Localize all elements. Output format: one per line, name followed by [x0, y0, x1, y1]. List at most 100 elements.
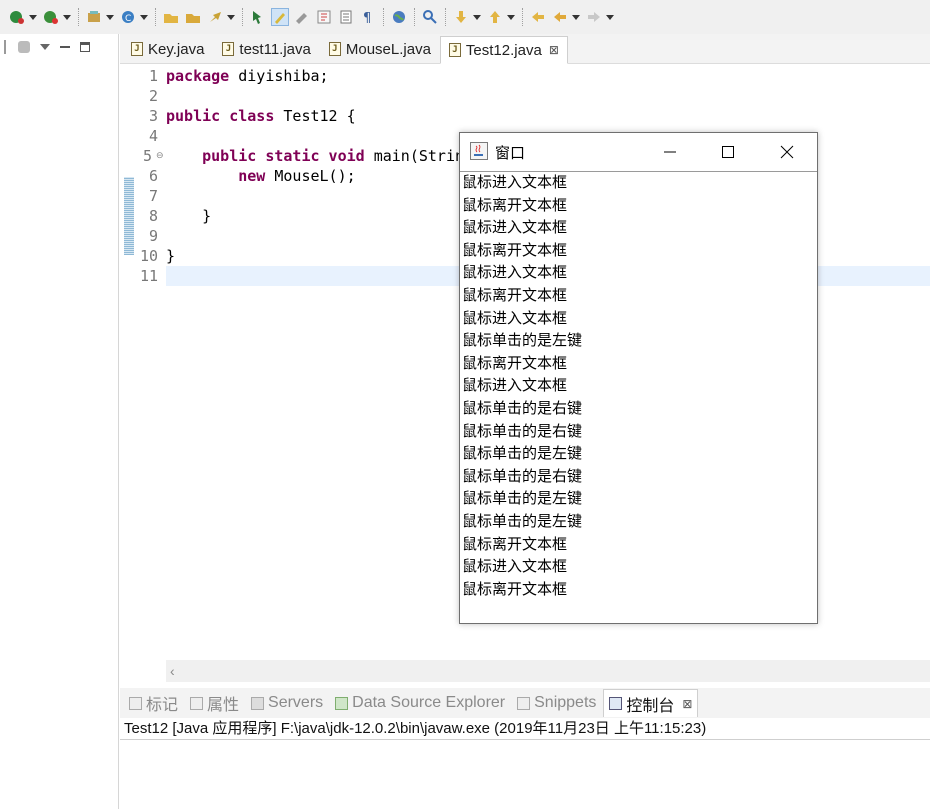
- new-package-icon[interactable]: [85, 8, 103, 26]
- tab-key-java[interactable]: J Key.java: [122, 35, 213, 63]
- new-class-icon[interactable]: C: [119, 8, 137, 26]
- event-log-line: 鼠标单击的是右键: [462, 399, 583, 417]
- event-log-line: 鼠标离开文本框: [462, 286, 568, 304]
- tab-console[interactable]: 控制台 ⊠: [603, 689, 699, 717]
- minimize-icon[interactable]: [60, 45, 70, 49]
- window-titlebar[interactable]: 窗口: [460, 133, 817, 170]
- toggle-mark-icon[interactable]: [249, 8, 267, 26]
- open-folder-icon[interactable]: [184, 8, 202, 26]
- back-icon[interactable]: [551, 8, 569, 26]
- tab-label: 控制台: [626, 697, 675, 715]
- focus-icon[interactable]: [18, 41, 30, 53]
- event-log-line: 鼠标离开文本框: [462, 241, 568, 259]
- event-log-line: 鼠标离开文本框: [462, 580, 568, 598]
- next-annotation-dropdown[interactable]: [472, 8, 482, 26]
- back-dropdown[interactable]: [571, 8, 581, 26]
- new-package-dropdown[interactable]: [105, 8, 115, 26]
- code-line: new MouseL();: [238, 167, 356, 185]
- console-icon: [609, 697, 623, 710]
- java-file-icon: J: [328, 42, 341, 56]
- change-ruler: [120, 64, 134, 660]
- last-edit-icon[interactable]: [529, 8, 547, 26]
- pilcrow-icon[interactable]: ¶: [359, 8, 377, 26]
- debug-dropdown[interactable]: [28, 8, 38, 26]
- event-log-line: 鼠标进入文本框: [462, 558, 568, 576]
- tab-label: test11.java: [239, 40, 311, 58]
- close-icon: [780, 145, 794, 158]
- swing-frame-window[interactable]: 窗口 鼠标进入文本框 鼠标离开文本框 鼠标进入文本框 鼠标离开文本框 鼠标进入文本框 鼠标…: [459, 132, 818, 624]
- event-log-line: 鼠标进入文本框: [462, 377, 568, 395]
- main-toolbar: C ¶: [0, 0, 930, 34]
- tab-label: MouseL.java: [345, 40, 431, 58]
- event-log-line: 鼠标单击的是右键: [462, 467, 583, 485]
- forward-dropdown[interactable]: [605, 8, 615, 26]
- line-number: 6: [148, 167, 158, 185]
- properties-icon: [190, 696, 204, 710]
- tab-servers[interactable]: Servers: [246, 689, 328, 717]
- tab-test12-java[interactable]: J Test12.java ⊠: [439, 36, 568, 64]
- line-number: 1: [148, 67, 158, 85]
- minimize-button[interactable]: [641, 133, 699, 170]
- toolbar-separator: [155, 8, 156, 26]
- run-icon[interactable]: [42, 8, 60, 26]
- event-log-line: 鼠标进入文本框: [462, 174, 568, 191]
- tab-label: Test12.java: [465, 41, 542, 59]
- java-file-icon: J: [222, 42, 235, 56]
- prev-annotation-dropdown[interactable]: [506, 8, 516, 26]
- event-log-line: 鼠标进入文本框: [462, 219, 568, 237]
- new-class-dropdown[interactable]: [139, 8, 149, 26]
- document-icon[interactable]: [337, 8, 355, 26]
- scroll-left-icon[interactable]: ‹: [170, 663, 175, 679]
- show-whitespace-icon[interactable]: [315, 8, 333, 26]
- debug-icon[interactable]: [8, 8, 26, 26]
- window-title: 窗口: [495, 145, 526, 162]
- tab-label: 属性: [207, 697, 240, 714]
- tab-snippets[interactable]: Snippets: [512, 689, 601, 717]
- globe-icon[interactable]: [390, 8, 408, 26]
- tab-test11-java[interactable]: J test11.java: [213, 35, 319, 63]
- code-line: public static void main(Strin: [202, 147, 465, 165]
- view-menu-icon[interactable]: [40, 44, 50, 50]
- close-button[interactable]: [758, 133, 816, 170]
- line-number: 10: [139, 247, 158, 265]
- block-select-icon[interactable]: [293, 8, 311, 26]
- code-line: package diyishiba;: [166, 67, 329, 85]
- forward-icon[interactable]: [585, 8, 603, 26]
- collapse-icon[interactable]: [4, 40, 8, 54]
- event-log-line: 鼠标进入文本框: [462, 264, 568, 282]
- prev-annotation-icon[interactable]: [486, 8, 504, 26]
- tab-markers[interactable]: 标记: [124, 689, 183, 717]
- toolbar-separator: [383, 8, 384, 26]
- close-tab-icon[interactable]: ⊠: [682, 697, 692, 711]
- pin-icon[interactable]: [206, 8, 224, 26]
- tab-properties[interactable]: 属性: [185, 689, 244, 717]
- event-text-area[interactable]: 鼠标进入文本框 鼠标离开文本框 鼠标进入文本框 鼠标离开文本框 鼠标进入文本框 鼠标离开文…: [460, 171, 817, 623]
- java-file-icon: J: [448, 43, 461, 57]
- run-dropdown[interactable]: [62, 8, 72, 26]
- event-log-list: 鼠标进入文本框 鼠标离开文本框 鼠标进入文本框 鼠标离开文本框 鼠标进入文本框 鼠标离开文…: [462, 172, 582, 601]
- close-tab-icon[interactable]: ⊠: [549, 43, 559, 57]
- tab-label: Snippets: [534, 694, 597, 711]
- tab-label: Key.java: [148, 40, 205, 58]
- pin-dropdown[interactable]: [226, 8, 236, 26]
- highlight-icon[interactable]: [271, 8, 289, 26]
- tab-label: Servers: [268, 694, 324, 711]
- line-number: 7: [148, 187, 158, 205]
- open-type-icon[interactable]: [162, 8, 180, 26]
- console-process-label: Test12 [Java 应用程序] F:\java\jdk-12.0.2\bi…: [120, 718, 930, 740]
- fold-collapse-icon[interactable]: ⊖: [156, 150, 164, 161]
- next-annotation-icon[interactable]: [452, 8, 470, 26]
- search-refs-icon[interactable]: [421, 8, 439, 26]
- code-line: }: [166, 247, 176, 265]
- maximize-icon[interactable]: [80, 42, 90, 52]
- tab-mousel-java[interactable]: J MouseL.java: [320, 35, 440, 63]
- tab-data-source-explorer[interactable]: Data Source Explorer: [330, 689, 510, 717]
- maximize-button[interactable]: [699, 133, 757, 170]
- toolbar-separator: [242, 8, 243, 26]
- event-log-line: 鼠标单击的是左键: [462, 445, 583, 463]
- snippets-icon: [517, 696, 531, 710]
- line-number: 4: [148, 127, 158, 145]
- toolbar-separator: [78, 8, 79, 26]
- horizontal-scrollbar[interactable]: ‹: [166, 660, 930, 682]
- event-log-line: 鼠标单击的是右键: [462, 422, 583, 440]
